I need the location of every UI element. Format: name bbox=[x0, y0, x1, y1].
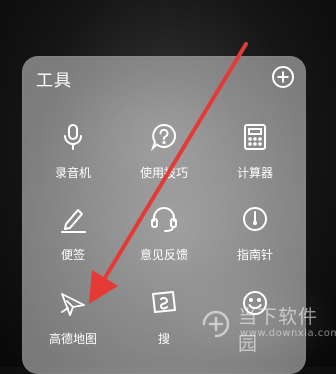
tool-compass[interactable]: 指南针 bbox=[208, 204, 302, 278]
watermark-logo-icon bbox=[202, 310, 230, 338]
tool-recorder[interactable]: 录音机 bbox=[26, 122, 120, 196]
tool-notes[interactable]: 便签 bbox=[26, 204, 120, 278]
tool-feedback[interactable]: 意见反馈 bbox=[117, 204, 211, 278]
tool-label: 录音机 bbox=[54, 166, 91, 180]
tool-label: 使用技巧 bbox=[139, 166, 188, 180]
compass-icon bbox=[240, 204, 270, 234]
tool-calculator[interactable]: 计算器 bbox=[208, 122, 302, 196]
panel-title: 工具 bbox=[36, 71, 72, 91]
map-plane-icon bbox=[58, 288, 88, 318]
note-pencil-icon bbox=[58, 204, 88, 234]
tool-label: 计算器 bbox=[236, 166, 273, 180]
watermark: 当下软件园 www.downxia.com bbox=[196, 298, 336, 355]
help-bubble-icon bbox=[149, 122, 179, 152]
tool-label: 高德地图 bbox=[48, 332, 97, 346]
feedback-headset-icon bbox=[149, 204, 179, 234]
tool-label: 意见反馈 bbox=[139, 248, 188, 262]
search-card-icon bbox=[149, 288, 179, 318]
watermark-url: www.downxia.com bbox=[240, 328, 336, 339]
tool-label: 指南针 bbox=[236, 248, 273, 262]
add-tool-button[interactable] bbox=[272, 66, 294, 88]
calculator-icon bbox=[240, 122, 270, 152]
tool-label: 便签 bbox=[60, 248, 85, 262]
microphone-icon bbox=[58, 122, 88, 152]
tool-amap[interactable]: 高德地图 bbox=[26, 288, 120, 362]
tool-tips[interactable]: 使用技巧 bbox=[117, 122, 211, 196]
